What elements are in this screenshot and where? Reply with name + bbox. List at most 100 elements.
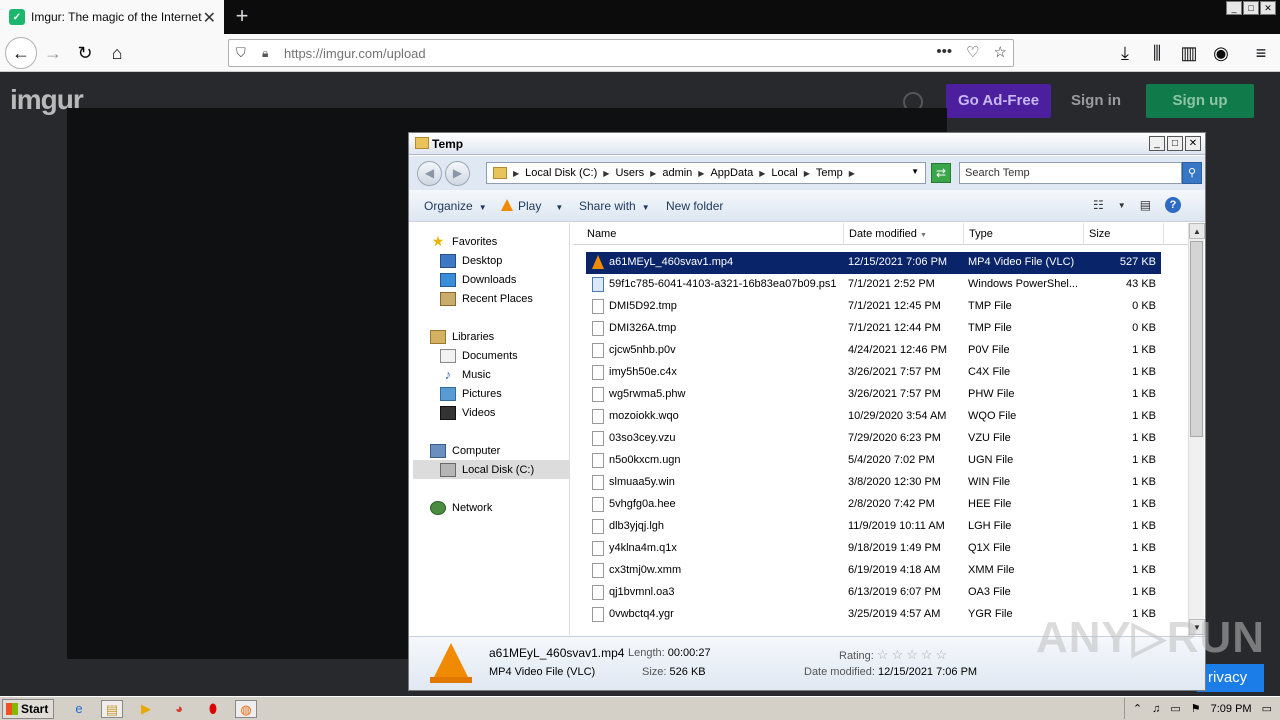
breadcrumb-separator[interactable]: ▶ [603,169,609,178]
nav-local-disk[interactable]: Local Disk (C:) [413,460,570,479]
file-row[interactable]: n5o0kxcm.ugn 5/4/2020 7:02 PM UGN File 1 KB [586,450,1161,472]
play-button[interactable]: Play ▼ [501,199,563,213]
file-row[interactable]: 59f1c785-6041-4103-a321-16b83ea07b09.ps1… [586,274,1161,296]
nav-favorites[interactable]: ★ Favorites [430,232,498,251]
home-icon[interactable]: ⌂ [104,40,130,66]
breadcrumb-separator[interactable]: ▶ [804,169,810,178]
media-player-taskbar-icon[interactable]: ▶ [135,700,157,718]
back-arrow-icon[interactable]: ← [5,37,37,69]
new-folder-button[interactable]: New folder [666,199,723,213]
page-actions-icon[interactable]: ••• [936,43,952,61]
file-row[interactable]: mozoiokk.wqo 10/29/2020 3:54 AM WQO File 1 … [586,406,1161,428]
firefox-taskbar-icon[interactable]: ◍ [235,700,257,718]
forward-button[interactable]: ▶ [445,161,470,186]
explorer-taskbar-icon[interactable]: ▤ [101,700,123,718]
nav-desktop[interactable]: Desktop [440,251,502,270]
nav-music[interactable]: ♪ Music [440,365,491,384]
library-icon[interactable]: ⫼ [1144,40,1170,66]
explorer-close-button[interactable]: ✕ [1185,136,1201,151]
nav-network[interactable]: Network [430,498,492,517]
column-type[interactable]: Type [964,223,1084,245]
ie-taskbar-icon[interactable]: e [68,700,90,718]
chrome-taskbar-icon[interactable]: ◕ [168,700,190,718]
nav-libraries[interactable]: Libraries [430,327,494,346]
volume-icon[interactable]: ♫ [1152,703,1160,715]
file-row[interactable]: dlb3yjqj.lgh 11/9/2019 10:11 AM LGH File 1 … [586,516,1161,538]
view-dropdown-icon[interactable]: ▼ [1118,201,1126,210]
breadcrumb-local-disk[interactable]: Local Disk (C:) [525,167,597,179]
change-view-icon[interactable]: ☷ [1093,198,1104,212]
vertical-scrollbar[interactable]: ▲ ▼ [1188,223,1205,635]
file-row[interactable]: 5vhgfg0a.hee 2/8/2020 7:42 PM HEE File 1 KB [586,494,1161,516]
restore-window-button[interactable]: □ [1243,1,1259,15]
file-row[interactable]: DMI5D92.tmp 7/1/2021 12:45 PM TMP File 0 KB [586,296,1161,318]
start-button[interactable]: Start [2,699,54,719]
breadcrumb-admin[interactable]: admin [662,167,692,179]
opera-taskbar-icon[interactable]: ⬮ [202,700,224,718]
back-button[interactable]: ◀ [417,161,442,186]
file-row[interactable]: 03so3cey.vzu 7/29/2020 6:23 PM VZU File 1 K… [586,428,1161,450]
file-row[interactable]: cjcw5nhb.p0v 4/24/2021 12:46 PM P0V File 1 … [586,340,1161,362]
file-row[interactable]: a61MEyL_460svav1.mp4 12/15/2021 7:06 PM MP… [586,252,1161,274]
file-row[interactable]: imy5h50e.c4x 3/26/2021 7:57 PM C4X File 1 K… [586,362,1161,384]
browser-tab[interactable]: ✓ Imgur: The magic of the Internet ✕ [0,0,224,34]
share-with-button[interactable]: Share with ▼ [579,199,650,213]
breadcrumb-local[interactable]: Local [771,167,797,179]
new-tab-icon[interactable]: + [230,4,254,28]
rating-stars-icon[interactable]: ☆☆☆☆☆ [877,647,950,662]
nav-recent-places[interactable]: Recent Places [440,289,533,308]
tray-expand-icon[interactable]: ⌃ [1133,702,1142,715]
nav-computer[interactable]: Computer [430,441,500,460]
explorer-minimize-button[interactable]: _ [1149,136,1165,151]
action-center-flag-icon[interactable]: ⚑ [1191,702,1201,715]
downloads-icon[interactable]: ⤓ [1112,40,1138,66]
close-tab-icon[interactable]: ✕ [203,8,216,28]
search-temp-input[interactable]: Search Temp [959,162,1182,184]
column-name[interactable]: Name [582,223,844,245]
address-bar[interactable]: ▶ Local Disk (C:) ▶ Users ▶ admin ▶ AppData… [486,162,926,184]
network-tray-icon[interactable]: ▭ [1170,702,1180,715]
nav-pictures[interactable]: Pictures [440,384,502,403]
help-icon[interactable]: ? [1165,197,1182,213]
bookmark-star-icon[interactable]: ☆ [994,43,1007,61]
close-window-button[interactable]: ✕ [1260,1,1276,15]
breadcrumb-users[interactable]: Users [615,167,644,179]
file-row[interactable]: cx3tmj0w.xmm 6/19/2019 4:18 AM XMM File 1 K… [586,560,1161,582]
show-desktop-icon[interactable]: ▭ [1262,702,1272,715]
breadcrumb-separator[interactable]: ▶ [849,169,855,178]
address-dropdown-icon[interactable]: ▼ [911,167,919,176]
forward-arrow-icon[interactable]: → [40,40,66,66]
breadcrumb-separator[interactable]: ▶ [650,169,656,178]
file-row[interactable]: qj1bvmnl.oa3 6/13/2019 6:07 PM OA3 File 1 K… [586,582,1161,604]
nav-downloads[interactable]: Downloads [440,270,516,289]
explorer-maximize-button[interactable]: □ [1167,136,1183,151]
breadcrumb-separator[interactable]: ▶ [513,169,519,178]
organize-button[interactable]: Organize ▼ [424,199,487,213]
file-row[interactable]: wg5rwma5.phw 3/26/2021 7:57 PM PHW File 1 K… [586,384,1161,406]
scroll-up-icon[interactable]: ▲ [1189,223,1205,239]
search-icon[interactable]: ⚲ [1182,162,1202,184]
tracking-shield-icon[interactable]: ⛉ [236,45,252,61]
reload-icon[interactable]: ↻ [72,40,98,66]
file-row[interactable]: slmuaa5y.win 3/8/2020 12:30 PM WIN File 1 K… [586,472,1161,494]
url-bar[interactable]: ⛉ 🔒︎ https://imgur.com/upload ••• ♡ ☆ [228,39,1014,67]
column-date-modified[interactable]: Date modified ▼ [844,223,964,245]
nav-documents[interactable]: Documents [440,346,518,365]
preview-pane-icon[interactable]: ▤ [1140,198,1151,212]
breadcrumb-separator[interactable]: ▶ [698,169,704,178]
file-row[interactable]: y4klna4m.q1x 9/18/2019 1:49 PM Q1X File 1 K… [586,538,1161,560]
breadcrumb-separator[interactable]: ▶ [759,169,765,178]
taskbar-clock[interactable]: 7:09 PM [1211,703,1252,715]
nav-videos[interactable]: Videos [440,403,495,422]
minimize-window-button[interactable]: _ [1226,1,1242,15]
account-icon[interactable]: ◉ [1208,40,1234,66]
scroll-thumb[interactable] [1190,241,1203,437]
menu-icon[interactable]: ≡ [1248,40,1274,66]
refresh-icon[interactable]: ⇄ [931,163,951,183]
file-row[interactable]: DMI326A.tmp 7/1/2021 12:44 PM TMP File 0 KB [586,318,1161,340]
pocket-icon[interactable]: ♡ [966,43,979,61]
column-size[interactable]: Size [1084,223,1164,245]
sidebar-icon[interactable]: ▥ [1176,40,1202,66]
privacy-button[interactable]: rivacy [1196,664,1264,692]
sign-up-button[interactable]: Sign up [1146,84,1254,118]
